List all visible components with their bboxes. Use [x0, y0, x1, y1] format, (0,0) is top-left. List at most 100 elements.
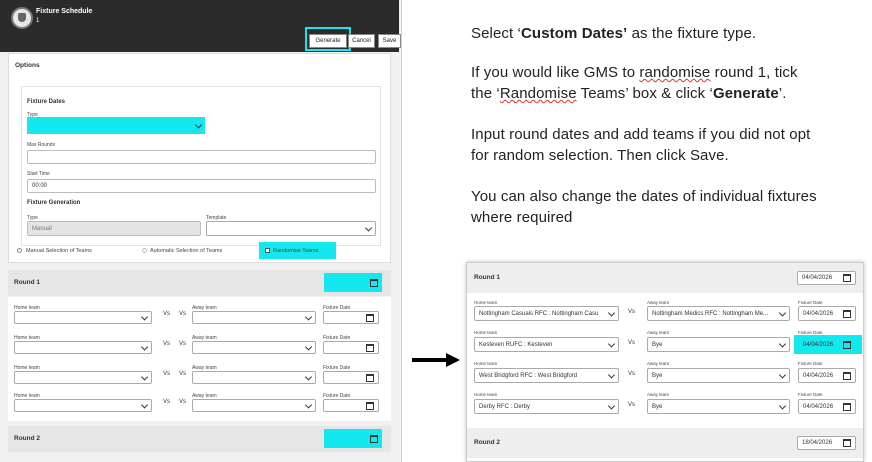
- save-button[interactable]: Save: [378, 34, 401, 48]
- generation-type-input: Manual: [27, 221, 201, 236]
- away-team-label: Away team: [647, 392, 670, 397]
- randomise-label: Randomise Teams: [273, 248, 319, 254]
- away-team-select[interactable]: Bye: [647, 368, 790, 383]
- round2-header: Round 2: [8, 426, 391, 452]
- round-detail-panel: Round 1 04/04/2026 Home team Nottingham …: [466, 262, 864, 462]
- calendar-icon: [366, 373, 374, 382]
- vs-label: Vs: [179, 399, 187, 405]
- calendar-icon: [366, 401, 374, 410]
- type-select[interactable]: [27, 117, 205, 134]
- vs-label: Vs: [163, 371, 171, 377]
- options-card: Options Fixture Dates Type Max Rounds St…: [8, 53, 391, 263]
- max-rounds-input[interactable]: [27, 150, 376, 164]
- fixture-dates-heading: Fixture Dates: [27, 99, 66, 105]
- instruction-step-2: If you would like GMS to randomise round…: [471, 64, 798, 102]
- vs-label: Vs: [179, 371, 187, 377]
- chevron-down-icon: [607, 308, 616, 317]
- fixture-schedule-window: Fixture Schedule 1 Generate Cancel Save …: [0, 0, 402, 462]
- home-team-label: Home team: [474, 300, 498, 305]
- round2-date-input[interactable]: [324, 429, 382, 448]
- vs-label: Vs: [628, 309, 636, 315]
- calendar-icon: [843, 439, 851, 447]
- home-team-select[interactable]: [14, 311, 152, 324]
- fixtures-list: Home team Nottingham Casuals RFC : Notti…: [467, 294, 863, 424]
- calendar-icon: [366, 343, 374, 352]
- calendar-icon: [843, 274, 851, 282]
- cancel-button[interactable]: Cancel: [348, 34, 375, 48]
- away-team-label: Away team: [647, 330, 670, 335]
- fixture-generation-heading: Fixture Generation: [27, 200, 81, 206]
- calendar-icon: [370, 278, 378, 287]
- fixture-date-input[interactable]: 04/04/2026: [798, 368, 856, 383]
- instruction-step-1: Select ‘Custom Dates’ as the fixture typ…: [471, 25, 757, 42]
- fixture-date-input[interactable]: [323, 311, 379, 324]
- calendar-icon: [370, 434, 378, 443]
- club-crest-icon: [11, 7, 33, 29]
- fixture-date-input[interactable]: [323, 399, 379, 412]
- generate-button[interactable]: Generate: [309, 34, 347, 48]
- round2-date-input[interactable]: 18/04/2026: [797, 436, 856, 450]
- instruction-step-3: Input round dates and add teams if you d…: [471, 126, 811, 164]
- chevron-down-icon: [364, 223, 373, 232]
- fixture-date-input[interactable]: 04/04/2026: [798, 306, 856, 321]
- away-team-select[interactable]: [192, 371, 316, 384]
- calendar-icon: [843, 402, 851, 411]
- away-team-select[interactable]: Nottingham Medics RFC : Nottingham Me...: [647, 306, 790, 321]
- home-team-select[interactable]: West Bridgford RFC : West Bridgford: [474, 368, 619, 383]
- automatic-radio[interactable]: [142, 248, 147, 253]
- round1-header: Round 1 04/04/2026: [467, 263, 863, 293]
- chevron-down-icon: [140, 372, 149, 381]
- chevron-down-icon: [607, 401, 616, 410]
- fixture-date-label: Fixture Date: [798, 392, 823, 397]
- chevron-down-icon: [304, 400, 313, 409]
- randomise-checkbox[interactable]: [265, 248, 270, 253]
- round1-date-input[interactable]: [324, 273, 382, 292]
- fixture-date-label: Fixture Date: [798, 330, 823, 335]
- home-team-select[interactable]: Nottingham Casuals RFC : Nottingham Casu: [474, 306, 619, 321]
- vs-label: Vs: [179, 311, 187, 317]
- chevron-down-icon: [194, 120, 203, 129]
- away-team-select[interactable]: Bye: [647, 337, 790, 352]
- home-team-select[interactable]: [14, 399, 152, 412]
- home-team-select[interactable]: Kesteven RUFC : Kesteven: [474, 337, 619, 352]
- vs-label: Vs: [163, 341, 171, 347]
- automatic-radio-label: Automatic Selection of Teams: [150, 248, 223, 254]
- vs-label: Vs: [163, 311, 171, 317]
- round2-header: Round 2 18/04/2026: [467, 428, 863, 458]
- home-team-select[interactable]: Derby RFC : Derby: [474, 399, 619, 414]
- chevron-down-icon: [304, 312, 313, 321]
- round1-title: Round 1: [14, 279, 40, 286]
- calendar-icon: [843, 371, 851, 380]
- away-team-select[interactable]: [192, 399, 316, 412]
- fixture-date-input[interactable]: 04/04/2026: [798, 399, 856, 414]
- template-select[interactable]: [206, 221, 376, 236]
- away-team-select[interactable]: [192, 311, 316, 324]
- home-team-select[interactable]: [14, 341, 152, 354]
- chevron-down-icon: [778, 370, 787, 379]
- fixture-date-input[interactable]: 04/04/2026: [798, 337, 856, 352]
- home-team-label: Home team: [474, 392, 498, 397]
- home-team-select[interactable]: [14, 371, 152, 384]
- fixture-date-label: Fixture Date: [798, 361, 823, 366]
- max-rounds-label: Max Rounds: [27, 142, 56, 148]
- arrow-right-icon: [412, 353, 460, 367]
- away-team-select[interactable]: Bye: [647, 399, 790, 414]
- vs-label: Vs: [628, 371, 636, 377]
- fixture-date-input[interactable]: [323, 341, 379, 354]
- chevron-down-icon: [140, 342, 149, 351]
- manual-radio-label: Manual Selection of Teams: [26, 248, 92, 254]
- start-time-input[interactable]: 00:00: [27, 179, 376, 193]
- away-team-select[interactable]: [192, 341, 316, 354]
- away-team-label: Away team: [647, 361, 670, 366]
- calendar-icon: [843, 309, 851, 318]
- chevron-down-icon: [304, 372, 313, 381]
- round2-title: Round 2: [474, 439, 500, 446]
- chevron-down-icon: [607, 370, 616, 379]
- chevron-down-icon: [778, 339, 787, 348]
- home-team-label: Home team: [474, 330, 498, 335]
- fixture-date-input[interactable]: [323, 371, 379, 384]
- manual-radio[interactable]: [17, 248, 22, 253]
- chevron-down-icon: [140, 400, 149, 409]
- instruction-step-4: You can also change the dates of individ…: [471, 188, 817, 226]
- round1-date-input[interactable]: 04/04/2026: [797, 271, 856, 285]
